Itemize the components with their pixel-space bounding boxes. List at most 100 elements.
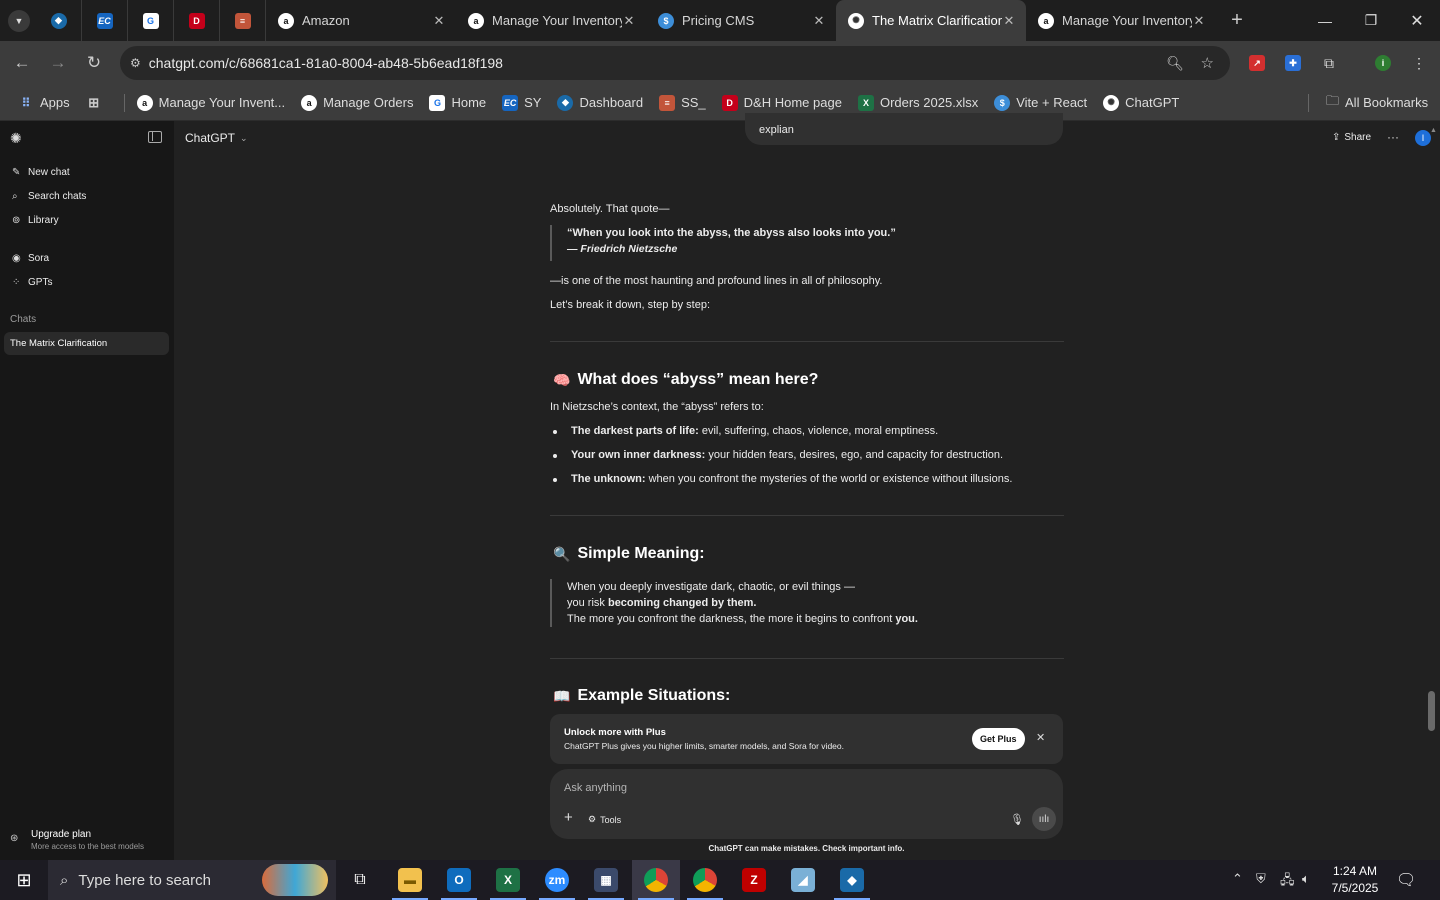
new-tab-button[interactable]: + bbox=[1222, 9, 1252, 32]
show-hidden-icons-button[interactable]: ⌃ bbox=[1232, 871, 1243, 887]
tab-search-menu-button[interactable]: ▼ bbox=[8, 9, 30, 32]
bookmark-dashboard[interactable]: ◆ Dashboard bbox=[557, 94, 643, 111]
taskbar-chrome-2[interactable] bbox=[681, 860, 729, 900]
start-button[interactable]: ⊞ bbox=[0, 860, 48, 900]
profile-button[interactable]: i bbox=[1372, 52, 1394, 74]
tab-manage-inventory[interactable]: a Manage Your Inventory ✕ bbox=[456, 0, 646, 41]
bookmark-sy[interactable]: EC SY bbox=[502, 94, 542, 111]
kebab-menu-icon: ⋮ bbox=[1412, 54, 1426, 71]
gpts-button[interactable]: ⁘ GPTs bbox=[12, 277, 52, 288]
arrow-right-icon: → bbox=[49, 53, 67, 72]
bookmark-tab-groups[interactable]: ⊞ bbox=[86, 95, 108, 111]
forward-button[interactable]: → bbox=[40, 53, 76, 73]
chat-item-active[interactable]: The Matrix Clarification bbox=[4, 332, 169, 355]
new-chat-label: New chat bbox=[28, 167, 70, 178]
taskbar-zoom[interactable]: zm bbox=[533, 860, 581, 900]
clock[interactable]: 1:24 AM 7/5/2025 bbox=[1326, 863, 1384, 897]
back-button[interactable]: ← bbox=[4, 53, 40, 73]
plus-attach-button[interactable]: + bbox=[564, 809, 573, 826]
close-icon[interactable]: ✕ bbox=[432, 13, 446, 29]
tab-label: The Matrix Clarification bbox=[872, 13, 1002, 28]
network-icon[interactable]: 🖧︎ bbox=[1280, 871, 1295, 893]
share-button[interactable]: ⇪ Share bbox=[1332, 132, 1371, 143]
bookmark-ss[interactable]: ≡ SS_ bbox=[659, 94, 706, 111]
scrollbar-thumb[interactable] bbox=[1428, 691, 1435, 731]
more-options-button[interactable]: ··· bbox=[1387, 130, 1399, 144]
chatgpt-icon: ✺ bbox=[1103, 94, 1120, 111]
bookmark-manage-inventory[interactable]: a Manage Your Invent... bbox=[136, 94, 285, 111]
bookmark-vite-react[interactable]: $ Vite + React bbox=[994, 94, 1087, 111]
bookmark-apps[interactable]: ⠿ Apps bbox=[18, 95, 70, 111]
scroll-up-arrow[interactable]: ▲ bbox=[1430, 127, 1437, 134]
pinned-tab-5[interactable]: ≡ bbox=[220, 0, 266, 41]
notepad-icon: ◢ bbox=[791, 868, 815, 892]
zoom-icon[interactable]: 🔍︎ bbox=[1166, 55, 1184, 72]
minimize-button[interactable]: — bbox=[1302, 0, 1348, 41]
reload-button[interactable]: ↻ bbox=[76, 53, 112, 73]
extension-pdf-icon[interactable]: ↗ bbox=[1246, 52, 1268, 74]
close-icon[interactable]: ✕ bbox=[622, 13, 636, 29]
taskbar-search-box[interactable]: ⌕ Type here to search bbox=[48, 860, 336, 900]
bookmark-dh-home[interactable]: D D&H Home page bbox=[721, 94, 842, 111]
apps-grid-icon: ⠿ bbox=[21, 95, 31, 110]
restore-button[interactable]: ❐ bbox=[1348, 0, 1394, 41]
bookmark-orders-xlsx[interactable]: X Orders 2025.xlsx bbox=[857, 94, 979, 111]
extensions-button[interactable]: ⧉ bbox=[1318, 52, 1340, 74]
taskbar-file-explorer[interactable]: ▬ bbox=[386, 860, 434, 900]
user-message-bubble: explian bbox=[745, 113, 1063, 145]
browser-menu-button[interactable]: ⋮ bbox=[1408, 52, 1430, 74]
taskbar-calculator[interactable]: ▦ bbox=[582, 860, 630, 900]
upgrade-plan-button[interactable]: ⊛ Upgrade plan More access to the best m… bbox=[6, 825, 168, 853]
window-close-button[interactable]: ✕ bbox=[1394, 0, 1440, 41]
chatgpt-logo-icon[interactable]: ✺ bbox=[10, 130, 22, 147]
volume-icon[interactable]: 🔈︎ bbox=[1302, 871, 1310, 887]
extension-blue-icon[interactable]: ✚ bbox=[1282, 52, 1304, 74]
taskbar-excel[interactable]: X bbox=[484, 860, 532, 900]
all-bookmarks-button[interactable]: 🗀 All Bookmarks bbox=[1326, 92, 1428, 114]
taskbar-outlook[interactable]: O bbox=[435, 860, 483, 900]
tab-amazon[interactable]: a Amazon ✕ bbox=[266, 0, 456, 41]
library-button[interactable]: ⊚ Library bbox=[12, 215, 59, 226]
taskbar-app-blue[interactable]: ◢ bbox=[779, 860, 827, 900]
upsell-close-icon[interactable]: ✕ bbox=[1036, 731, 1045, 744]
task-view-icon: ⧉ bbox=[354, 871, 366, 888]
bookmark-label: Orders 2025.xlsx bbox=[879, 95, 979, 110]
bookmark-label: SY bbox=[524, 95, 542, 110]
bookmark-chatgpt[interactable]: ✺ ChatGPT bbox=[1103, 94, 1179, 111]
taskbar-chrome-active[interactable] bbox=[632, 860, 680, 900]
bookmark-star-icon[interactable]: ☆ bbox=[1201, 54, 1214, 72]
close-icon[interactable]: ✕ bbox=[812, 13, 826, 29]
section-divider bbox=[550, 658, 1064, 659]
bookmark-home[interactable]: G Home bbox=[429, 94, 486, 111]
pinned-tab-2[interactable]: EC bbox=[82, 0, 128, 41]
voice-mode-button[interactable]: ıılı bbox=[1032, 807, 1056, 831]
user-avatar[interactable]: I bbox=[1415, 130, 1431, 146]
security-tray-icon[interactable]: ⛨ bbox=[1256, 871, 1266, 887]
get-plus-button[interactable]: Get Plus bbox=[972, 728, 1025, 750]
taskbar-filezilla[interactable]: Z bbox=[730, 860, 778, 900]
site-settings-icon[interactable]: ⚙ bbox=[130, 56, 141, 70]
url-text[interactable]: chatgpt.com/c/68681ca1-81a0-8004-ab48-5b… bbox=[149, 55, 503, 71]
tab-pricing-cms[interactable]: $ Pricing CMS ✕ bbox=[646, 0, 836, 41]
tab-manage-inventory-2[interactable]: a Manage Your Inventory ✕ bbox=[1026, 0, 1216, 41]
close-icon[interactable]: ✕ bbox=[1002, 13, 1016, 29]
tools-button[interactable]: ⚙ Tools bbox=[588, 814, 621, 825]
model-selector[interactable]: ChatGPT ⌄ bbox=[185, 131, 248, 145]
prompt-input[interactable]: Ask anything bbox=[564, 782, 627, 794]
search-chats-button[interactable]: ⌕ Search chats bbox=[12, 191, 86, 202]
bookmark-manage-orders[interactable]: a Manage Orders bbox=[301, 94, 413, 111]
address-bar[interactable]: ⚙ chatgpt.com/c/68681ca1-81a0-8004-ab48-… bbox=[120, 46, 1230, 80]
pinned-tab-1[interactable]: ◆ bbox=[36, 0, 82, 41]
microphone-icon[interactable]: 🎙︎ bbox=[1010, 813, 1024, 826]
taskbar-app-diamond[interactable]: ◆ bbox=[828, 860, 876, 900]
task-view-button[interactable]: ⧉ bbox=[336, 860, 384, 900]
pinned-tab-4[interactable]: D bbox=[174, 0, 220, 41]
notifications-button[interactable]: 🗨︎ bbox=[1396, 870, 1416, 890]
sora-button[interactable]: ◉ Sora bbox=[12, 253, 49, 264]
tab-matrix-clarification[interactable]: ✺ The Matrix Clarification ✕ bbox=[836, 0, 1026, 41]
section-heading: 📖 Example Situations: bbox=[553, 687, 730, 705]
new-chat-button[interactable]: ✎ New chat bbox=[12, 167, 70, 178]
pinned-tab-3[interactable]: G bbox=[128, 0, 174, 41]
close-icon[interactable]: ✕ bbox=[1192, 13, 1206, 29]
close-sidebar-button[interactable] bbox=[148, 131, 162, 143]
